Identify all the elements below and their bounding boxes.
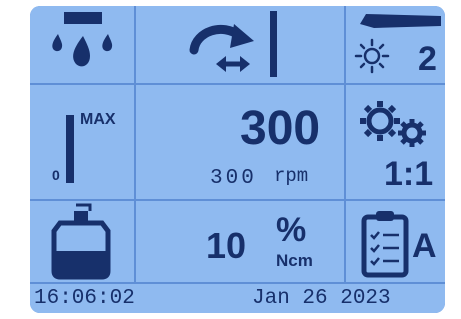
torque-unit-percent: % [276, 211, 307, 249]
spray-cell[interactable] [30, 6, 134, 83]
torque-value: 10 [206, 225, 247, 266]
program-cell[interactable]: A [346, 201, 445, 282]
lcd-screen: 2 MAX 0 300 300 rpm 1:1 10 % Ncm A 16:06… [30, 6, 445, 313]
direction-cell[interactable] [136, 6, 344, 83]
status-date: Jan 26 2023 [252, 287, 391, 310]
bottle-cell[interactable] [30, 201, 134, 282]
speed-value: 300 [240, 102, 321, 155]
light-level: 2 [418, 40, 437, 78]
coolant-max-label: MAX [80, 111, 116, 128]
torque-unit-ncm: Ncm [276, 251, 313, 270]
speed-subvalue: 300 [210, 167, 257, 190]
device-bezel: 2 MAX 0 300 300 rpm 1:1 10 % Ncm A 16:06… [0, 0, 461, 319]
program-letter: A [412, 227, 437, 265]
gear-ratio: 1:1 [384, 155, 434, 193]
torque-cell[interactable]: 10 % Ncm [136, 201, 344, 282]
rotation-direction-icon [189, 11, 277, 77]
coolant-level-bar-icon [66, 115, 74, 183]
status-bar: 16:06:02 Jan 26 2023 [30, 284, 445, 313]
coolant-cell[interactable]: MAX 0 [30, 85, 134, 199]
irrigation-bottle-icon [51, 203, 111, 280]
light-cell[interactable]: 2 [346, 6, 445, 83]
gear-cell[interactable]: 1:1 [346, 85, 445, 199]
speed-cell[interactable]: 300 300 rpm [136, 85, 344, 199]
status-time: 16:06:02 [34, 287, 135, 310]
coolant-min-label: 0 [52, 167, 60, 183]
speed-unit: rpm [274, 165, 309, 187]
water-drops-icon [52, 12, 113, 67]
